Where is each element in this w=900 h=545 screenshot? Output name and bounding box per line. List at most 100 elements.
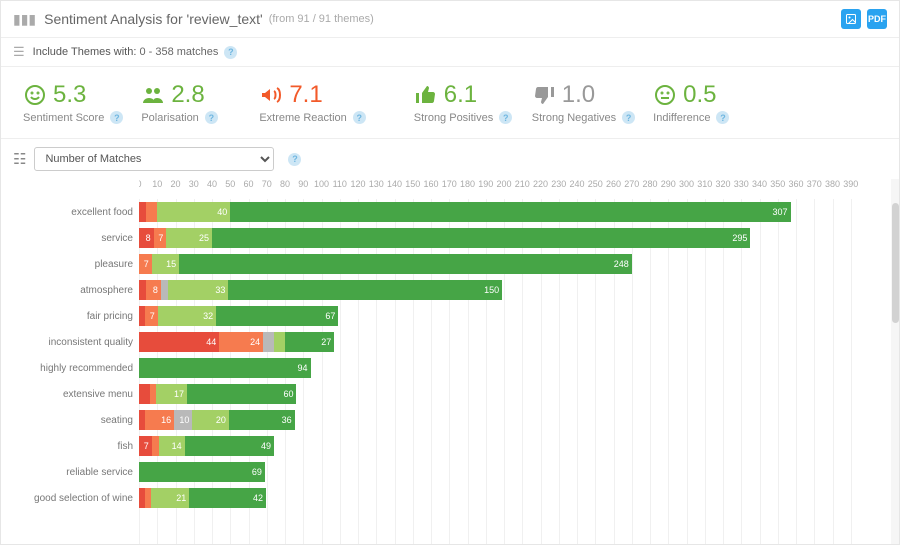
bar-segment[interactable]: 49 [185, 436, 274, 456]
help-icon[interactable]: ? [716, 111, 729, 124]
meh-icon [653, 83, 683, 107]
sliders-icon[interactable]: ☰ [13, 44, 25, 60]
bar-segment[interactable]: 6 [263, 332, 274, 352]
help-icon[interactable]: ? [499, 111, 512, 124]
metric-value: 0.5 [683, 81, 716, 109]
category-label: good selection of wine [9, 485, 139, 511]
bar-row[interactable]: 8725295 [139, 225, 885, 251]
bar-row[interactable]: 94 [139, 355, 885, 381]
bar-segment[interactable]: 8 [146, 280, 161, 300]
bar-segment[interactable]: 4 [139, 202, 146, 222]
axis-tick: 230 [551, 179, 566, 189]
thumbu-icon [414, 83, 444, 107]
axis-tick: 380 [825, 179, 840, 189]
bar-segment[interactable]: 14 [159, 436, 185, 456]
help-icon[interactable]: ? [622, 111, 635, 124]
bar-row[interactable]: 715248 [139, 251, 885, 277]
bar-row[interactable]: 316102036 [139, 407, 885, 433]
help-icon[interactable]: ? [205, 111, 218, 124]
bar-segment[interactable]: 60 [187, 384, 297, 404]
sort-select[interactable]: Number of Matches [34, 147, 274, 171]
bar-segment[interactable]: 7 [139, 436, 152, 456]
bar-row[interactable]: 44246627 [139, 329, 885, 355]
bar-segment[interactable]: 67 [216, 306, 338, 326]
bar-segment[interactable]: 33 [168, 280, 228, 300]
bar-row[interactable]: 48433150 [139, 277, 885, 303]
axis-tick: 340 [752, 179, 767, 189]
category-label: reliable service [9, 459, 139, 485]
metric-value: 6.1 [444, 81, 477, 109]
bar-segment[interactable]: 307 [230, 202, 790, 222]
chart-area: excellent foodservicepleasureatmospheref… [1, 179, 899, 544]
bar-row[interactable]: 332142 [139, 485, 885, 511]
bar-segment[interactable]: 69 [139, 462, 265, 482]
sort-bar: ☷ Number of Matches ? [1, 139, 899, 179]
metric-label: Extreme Reaction [259, 112, 346, 124]
export-pdf-button[interactable]: PDF [867, 9, 887, 29]
bar-segment[interactable]: 15 [152, 254, 179, 274]
bar-segment[interactable]: 20 [192, 410, 229, 430]
bar-segment[interactable]: 21 [151, 488, 189, 508]
chart-bars: 4640307872529571524848433150373267442466… [139, 199, 885, 511]
bar-segment[interactable]: 27 [285, 332, 334, 352]
axis-tick: 390 [843, 179, 858, 189]
bar-row[interactable]: 4640307 [139, 199, 885, 225]
bar-segment[interactable]: 25 [166, 228, 212, 248]
bar-segment[interactable]: 40 [157, 202, 230, 222]
bar-segment[interactable]: 7 [139, 254, 152, 274]
bar-row[interactable]: 69 [139, 459, 885, 485]
metric-label: Strong Positives [414, 112, 493, 124]
bar-segment[interactable]: 4 [139, 280, 146, 300]
axis-tick: 100 [314, 179, 329, 189]
bar-segment[interactable]: 8 [139, 228, 154, 248]
image-icon [845, 13, 857, 25]
category-label: excellent food [9, 199, 139, 225]
bar-segment[interactable]: 7 [154, 228, 167, 248]
bar-row[interactable]: 373267 [139, 303, 885, 329]
bar-segment[interactable]: 248 [179, 254, 632, 274]
bar-segment[interactable]: 24 [219, 332, 263, 352]
filter-bar: ☰ Include Themes with: 0 - 358 matches ? [1, 38, 899, 67]
mega-icon [259, 83, 289, 107]
export-image-button[interactable] [841, 9, 861, 29]
bar-segment[interactable]: 10 [174, 410, 192, 430]
bar-row[interactable]: 631760 [139, 381, 885, 407]
metric-sentiment-score: 5.3 Sentiment Score? [23, 81, 123, 124]
bar-segment[interactable]: 94 [139, 358, 311, 378]
bar-segment[interactable]: 17 [156, 384, 187, 404]
axis-tick: 50 [225, 179, 235, 189]
axis-tick: 90 [298, 179, 308, 189]
axis-tick: 360 [788, 179, 803, 189]
bar-segment[interactable]: 295 [212, 228, 750, 248]
bar-segment[interactable]: 36 [229, 410, 295, 430]
category-label: atmosphere [9, 277, 139, 303]
bar-segment[interactable]: 6 [139, 384, 150, 404]
bar-segment[interactable]: 150 [228, 280, 502, 300]
bar-segment[interactable]: 32 [158, 306, 216, 326]
help-icon[interactable]: ? [353, 111, 366, 124]
metric-value: 1.0 [562, 81, 595, 109]
axis-tick: 110 [333, 179, 347, 189]
filter-range: 0 - 358 matches [139, 46, 218, 58]
scrollbar-thumb[interactable] [892, 203, 899, 323]
axis-tick: 0 [139, 179, 142, 189]
bar-segment[interactable]: 44 [139, 332, 219, 352]
help-icon[interactable]: ? [110, 111, 123, 124]
metric-label: Sentiment Score [23, 112, 104, 124]
bar-segment[interactable]: 6 [146, 202, 157, 222]
group-icon [141, 83, 171, 107]
bar-segment[interactable]: 4 [152, 436, 159, 456]
axis-tick: 40 [207, 179, 217, 189]
metric-indifference: 0.5Indifference? [653, 81, 753, 124]
metric-value: 5.3 [53, 81, 86, 109]
bar-segment[interactable]: 7 [145, 306, 158, 326]
help-icon[interactable]: ? [224, 46, 237, 59]
bar-segment[interactable]: 4 [161, 280, 168, 300]
bar-row[interactable]: 741449 [139, 433, 885, 459]
chart-x-axis: 0102030405060708090100110120130140150160… [139, 179, 885, 199]
bar-segment[interactable]: 16 [145, 410, 174, 430]
sort-icon[interactable]: ☷ [13, 150, 26, 168]
bar-segment[interactable]: 6 [274, 332, 285, 352]
help-icon[interactable]: ? [288, 153, 301, 166]
bar-segment[interactable]: 42 [189, 488, 266, 508]
